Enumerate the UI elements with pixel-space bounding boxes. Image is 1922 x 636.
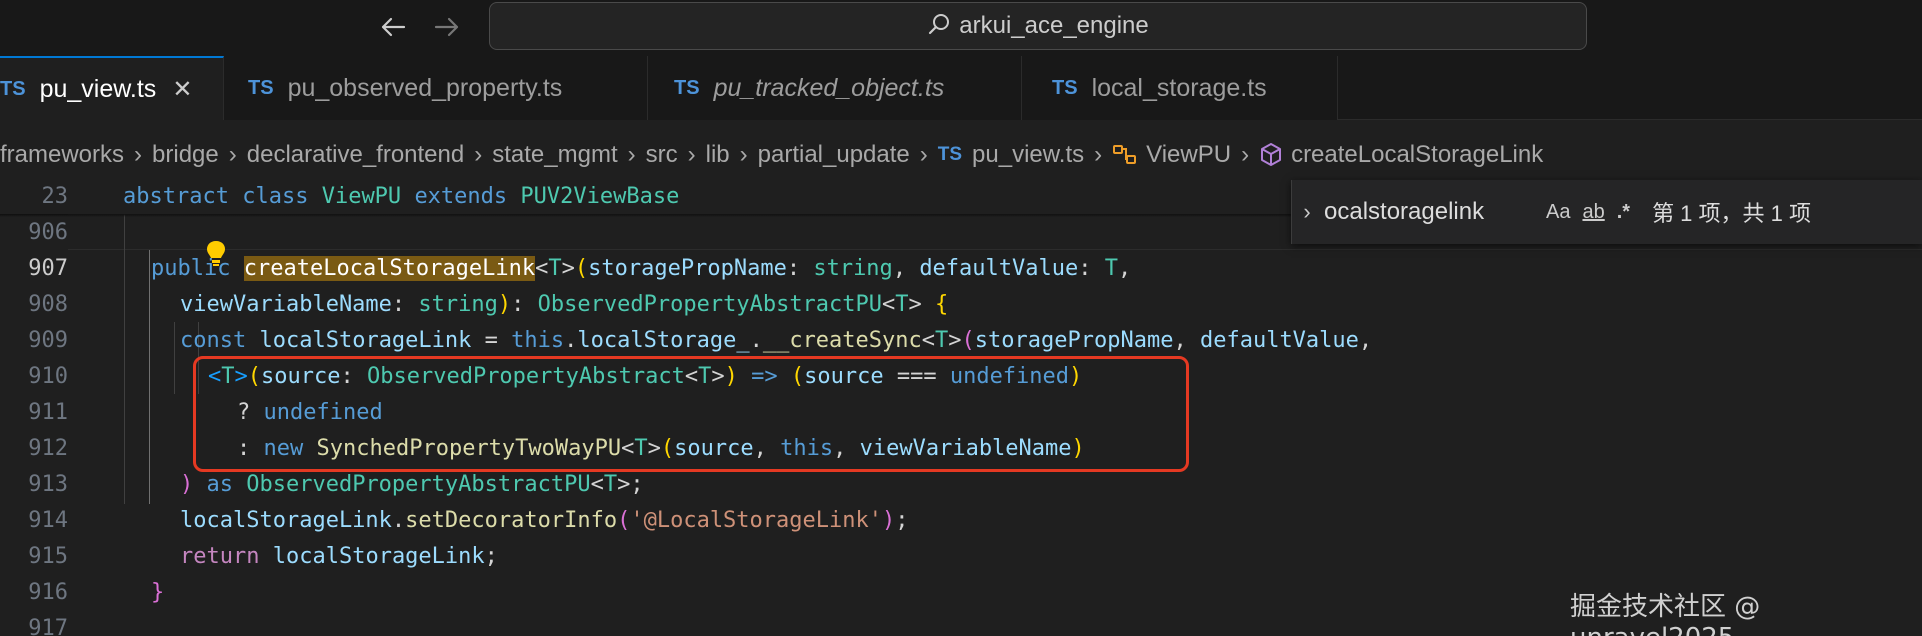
code-text: viewVariableName: string): ObservedPrope… (180, 291, 949, 317)
tab-label: pu_tracked_object.ts (713, 73, 945, 102)
code-text: : new SynchedPropertyTwoWayPU<T>(source,… (237, 435, 1085, 461)
code-text: abstract class ViewPU extends PUV2ViewBa… (123, 183, 680, 209)
typescript-icon: TS (1052, 76, 1078, 99)
line-number: 907 (28, 255, 68, 281)
line-number: 914 (28, 507, 68, 533)
chevron-right-icon: › (474, 141, 483, 168)
typescript-icon: TS (248, 76, 274, 99)
code-text: const localStorageLink = this.localStora… (180, 327, 1373, 353)
breadcrumb-item[interactable]: bridge (152, 141, 219, 169)
breadcrumb-item[interactable]: partial_update (758, 141, 910, 169)
line-number: 23 (41, 183, 69, 209)
typescript-icon: TS (937, 144, 963, 165)
breadcrumb-file[interactable]: pu_view.ts (972, 141, 1084, 169)
line-number: 906 (28, 219, 68, 245)
code-text: return localStorageLink; (180, 543, 498, 569)
chevron-right-icon: › (687, 141, 696, 168)
breadcrumb-item[interactable]: declarative_frontend (247, 141, 464, 169)
search-icon (927, 12, 951, 41)
code-editor[interactable]: 23 abstract class ViewPU extends PUV2Vie… (0, 178, 1922, 636)
chevron-right-icon: › (134, 141, 143, 168)
code-line: 915 return localStorageLink; (0, 538, 1922, 574)
tab-pu-view[interactable]: TS pu_view.ts ✕ (0, 56, 224, 120)
command-center-search[interactable]: arkui_ace_engine (489, 2, 1587, 50)
find-input[interactable]: ocalstoragelink (1324, 198, 1534, 226)
code-line: 910 <T>(source: ObservedPropertyAbstract… (0, 358, 1922, 394)
code-text: ? undefined (237, 399, 383, 425)
line-number: 912 (28, 435, 68, 461)
line-number: 916 (28, 579, 68, 605)
line-number: 910 (28, 363, 68, 389)
code-text: localStorageLink.setDecoratorInfo('@Loca… (180, 507, 909, 533)
breadcrumb-item[interactable]: frameworks (0, 141, 124, 169)
title-bar: arkui_ace_engine (0, 0, 1922, 56)
match-case-toggle[interactable]: Aa (1546, 201, 1570, 224)
code-line: 911 ? undefined (0, 394, 1922, 430)
breadcrumb-item[interactable]: lib (706, 141, 730, 169)
tab-pu-observed-property[interactable]: TS pu_observed_property.ts (224, 56, 648, 120)
chevron-right-icon: › (919, 141, 928, 168)
method-icon (1259, 142, 1283, 168)
match-count: 第 1 项，共 1 项 (1652, 201, 1811, 226)
typescript-icon: TS (674, 76, 700, 99)
chevron-right-icon: › (1241, 141, 1250, 168)
breadcrumb: frameworks › bridge › declarative_fronte… (0, 138, 1543, 172)
code-line: 912 : new SynchedPropertyTwoWayPU<T>(sou… (0, 430, 1922, 466)
code-text: public createLocalStorageLink<T>(storage… (151, 255, 1132, 281)
chevron-right-icon: › (739, 141, 748, 168)
watermark: 掘金技术社区 @ unravel2025 (1570, 592, 1761, 636)
chevron-right-icon: › (228, 141, 237, 168)
tab-local-storage[interactable]: TS local_storage.ts (1022, 56, 1338, 120)
code-text: } (151, 579, 165, 605)
breadcrumb-item[interactable]: src (646, 141, 678, 169)
chevron-right-icon: › (627, 141, 636, 168)
search-match-highlight: createLocalStorageLink (243, 255, 536, 281)
line-number: 913 (28, 471, 68, 497)
tab-label: pu_observed_property.ts (287, 73, 563, 102)
search-label: arkui_ace_engine (959, 12, 1149, 39)
line-number: 915 (28, 543, 68, 569)
line-number: 908 (28, 291, 68, 317)
code-text: ) as ObservedPropertyAbstractPU<T>; (180, 471, 644, 497)
tab-label: local_storage.ts (1091, 73, 1267, 102)
code-line: 907 public createLocalStorageLink<T>(sto… (0, 250, 1922, 286)
breadcrumb-item[interactable]: state_mgmt (492, 141, 617, 169)
breadcrumb-class[interactable]: ViewPU (1146, 141, 1231, 169)
code-line: 909 const localStorageLink = this.localS… (0, 322, 1922, 358)
breadcrumb-method[interactable]: createLocalStorageLink (1291, 141, 1543, 169)
code-line: 913 ) as ObservedPropertyAbstractPU<T>; (0, 466, 1922, 502)
arrow-right-icon[interactable] (432, 12, 462, 42)
code-line: 908 viewVariableName: string): ObservedP… (0, 286, 1922, 322)
chevron-right-icon: › (1094, 141, 1103, 168)
class-icon (1112, 143, 1138, 167)
line-number: 911 (28, 399, 68, 425)
code-line: 914 localStorageLink.setDecoratorInfo('@… (0, 502, 1922, 538)
close-icon[interactable]: ✕ (172, 75, 192, 104)
arrow-left-icon[interactable] (378, 12, 408, 42)
line-number: 917 (28, 615, 68, 636)
tab-pu-tracked-object[interactable]: TS pu_tracked_object.ts (648, 56, 1022, 120)
code-text: <T>(source: ObservedPropertyAbstract<T>)… (208, 363, 1083, 389)
typescript-icon: TS (0, 77, 26, 100)
line-number: 909 (28, 327, 68, 353)
regex-toggle[interactable]: .* (1617, 201, 1630, 224)
find-widget: › ocalstoragelink Aa ab .* 第 1 项，共 1 项 (1291, 180, 1922, 244)
chevron-right-icon[interactable]: › (1292, 199, 1322, 225)
whole-word-toggle[interactable]: ab (1582, 201, 1604, 224)
editor-tab-bar: TS pu_view.ts ✕ TS pu_observed_property.… (0, 56, 1922, 120)
tab-label: pu_view.ts (39, 74, 157, 103)
